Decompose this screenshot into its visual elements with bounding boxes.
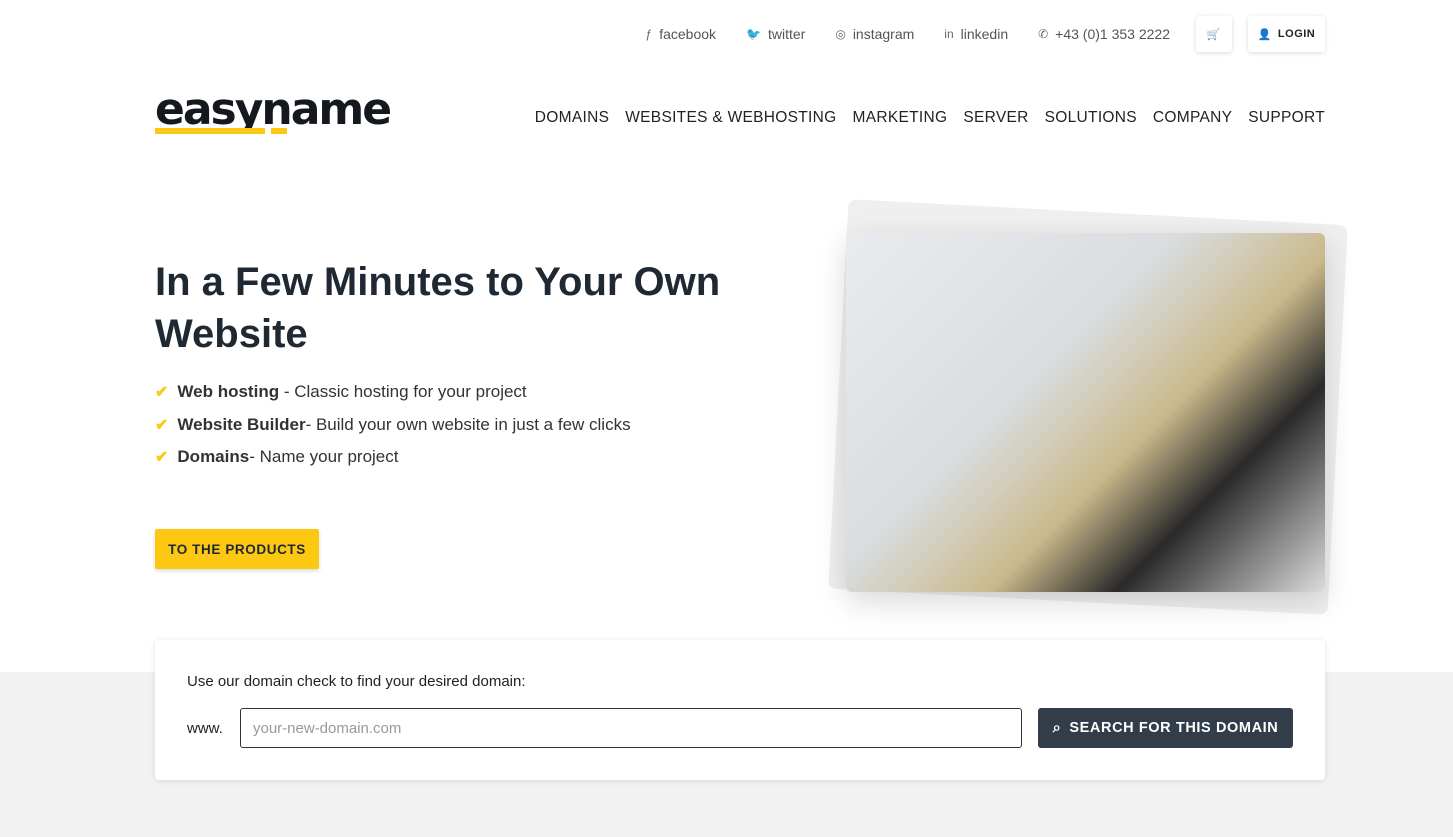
twitter-icon: 🐦 bbox=[746, 27, 761, 41]
feature-name: Domains bbox=[177, 447, 250, 467]
top-bar: ƒ facebook 🐦 twitter ◎ instagram in linkedin… bbox=[646, 16, 1325, 52]
feature-desc: - Build your own website in just a few c… bbox=[305, 414, 631, 434]
login-button[interactable]: 👤 LOGIN bbox=[1248, 16, 1325, 52]
linkedin-link[interactable]: in linkedin bbox=[944, 16, 1008, 52]
instagram-link[interactable]: ◎ instagram bbox=[835, 16, 914, 52]
facebook-link[interactable]: ƒ facebook bbox=[646, 16, 717, 52]
login-label: LOGIN bbox=[1277, 28, 1316, 40]
facebook-label: facebook bbox=[659, 26, 717, 42]
main-nav: DOMAINS WEBSITES & WEBHOSTING MARKETING … bbox=[535, 109, 1325, 127]
domain-input[interactable] bbox=[240, 708, 1022, 748]
www-prefix: www. bbox=[187, 720, 223, 737]
search-domain-button[interactable]: ⌕ SEARCH FOR THIS DOMAIN bbox=[1038, 708, 1293, 748]
nav-server[interactable]: SERVER bbox=[963, 109, 1028, 127]
facebook-icon: ƒ bbox=[645, 27, 653, 41]
domain-check-card: Use our domain check to find your desire… bbox=[155, 640, 1325, 780]
feature-name: Website Builder bbox=[177, 414, 306, 434]
feature-item: ✔ Website Builder - Build your own websit… bbox=[155, 409, 631, 442]
search-label: SEARCH FOR THIS DOMAIN bbox=[1069, 720, 1279, 736]
check-icon: ✔ bbox=[155, 384, 169, 402]
nav-solutions[interactable]: SOLUTIONS bbox=[1045, 109, 1137, 127]
nav-marketing[interactable]: MARKETING bbox=[853, 109, 948, 127]
hero-title: In a Few Minutes to Your Own Website bbox=[155, 260, 721, 356]
check-icon: ✔ bbox=[155, 449, 169, 467]
feature-desc: - Classic hosting for your project bbox=[283, 382, 527, 402]
nav-domains[interactable]: DOMAINS bbox=[535, 109, 609, 127]
phone-icon: ✆ bbox=[1038, 27, 1049, 41]
nav-websites-webhosting[interactable]: WEBSITES & WEBHOSTING bbox=[625, 109, 836, 127]
cart-button[interactable]: 🛒 bbox=[1196, 16, 1232, 52]
domain-check-label: Use our domain check to find your desire… bbox=[187, 673, 526, 690]
instagram-icon: ◎ bbox=[835, 27, 846, 41]
feature-name: Web hosting bbox=[177, 382, 280, 402]
instagram-label: instagram bbox=[852, 26, 915, 42]
linkedin-icon: in bbox=[944, 27, 954, 41]
feature-item: ✔ Domains - Name your project bbox=[155, 441, 631, 474]
nav-support[interactable]: SUPPORT bbox=[1248, 109, 1325, 127]
search-icon: ⌕ bbox=[1052, 720, 1062, 736]
check-icon: ✔ bbox=[155, 416, 169, 434]
twitter-link[interactable]: 🐦 twitter bbox=[746, 16, 805, 52]
cart-icon: 🛒 bbox=[1206, 28, 1222, 41]
to-products-button[interactable]: TO THE PRODUCTS bbox=[155, 529, 319, 569]
feature-desc: - Name your project bbox=[249, 447, 399, 467]
feature-list: ✔ Web hosting - Classic hosting for your … bbox=[155, 376, 631, 474]
user-icon: 👤 bbox=[1257, 28, 1272, 41]
feature-item: ✔ Web hosting - Classic hosting for your … bbox=[155, 376, 631, 409]
logo[interactable]: easyname bbox=[155, 86, 392, 134]
linkedin-label: linkedin bbox=[960, 26, 1009, 42]
phone-label: +43 (0)1 353 2222 bbox=[1055, 26, 1170, 42]
nav-company[interactable]: COMPANY bbox=[1153, 109, 1232, 127]
hero-photo bbox=[846, 233, 1325, 592]
phone-link[interactable]: ✆ +43 (0)1 353 2222 bbox=[1038, 16, 1170, 52]
twitter-label: twitter bbox=[767, 26, 806, 42]
